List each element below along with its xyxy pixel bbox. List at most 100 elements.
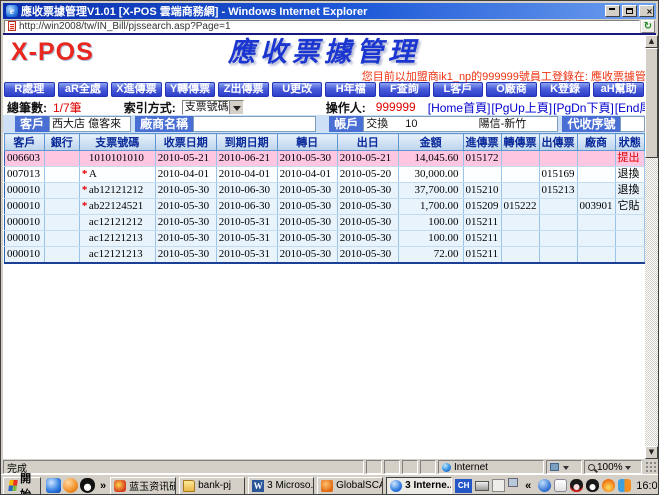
customer-filter-input[interactable]: 西大店 億客來 — [49, 116, 131, 132]
table-cell: 000010 — [5, 215, 45, 231]
folder-icon — [183, 480, 195, 492]
remove-hardware-icon[interactable] — [508, 478, 518, 487]
table-cell: *ab12121212 — [79, 183, 155, 199]
ie-task-icon — [390, 480, 402, 492]
task-button-2[interactable]: W3 Microso... — [248, 477, 314, 495]
table-row[interactable]: 000010*ab221245212010-05-302010-06-30201… — [5, 199, 645, 215]
url-field[interactable]: http://win2008/tw/IN_Bill/pjssearch.asp?… — [4, 20, 640, 33]
table-cell: 2010-05-30 — [337, 215, 398, 231]
notepad-icon[interactable] — [554, 479, 567, 492]
task-label: bank-pj — [198, 480, 231, 491]
help-icon[interactable] — [492, 479, 505, 492]
table-cell: 015211 — [463, 247, 501, 264]
account-filter-input[interactable]: 交換 10 陽信-新竹 — [363, 116, 558, 132]
table-row[interactable]: 00660310101010102010-05-212010-06-212010… — [5, 151, 645, 167]
task-button-3[interactable]: GlobalSCAP... — [317, 477, 383, 495]
vendor-filter-input[interactable] — [193, 116, 316, 132]
ime-indicator[interactable]: CH — [455, 479, 472, 493]
window-title: 應收票據管理V1.01 [X-POS 雲端商務網] - Windows Inte… — [21, 3, 603, 19]
table-cell: 2010-05-30 — [155, 199, 216, 215]
paging-link-0[interactable]: [Home首頁] — [428, 101, 491, 115]
security-zone: Internet — [438, 460, 544, 474]
qq-red-icon[interactable] — [570, 479, 583, 492]
menu-item-5[interactable]: U更改 — [272, 82, 323, 97]
index-mode-label: 索引方式: — [124, 99, 176, 116]
printer-icon[interactable] — [475, 481, 489, 491]
menu-item-8[interactable]: L客戶 — [433, 82, 484, 97]
table-row[interactable]: 000010ac121212132010-05-302010-05-312010… — [5, 231, 645, 247]
table-row[interactable]: 000010ac121212122010-05-302010-05-312010… — [5, 215, 645, 231]
column-header-6: 出日 — [337, 134, 398, 151]
qq-orange-icon[interactable] — [63, 478, 78, 493]
account-bank: 陽信-新竹 — [479, 118, 527, 130]
task-button-1[interactable]: bank-pj — [179, 477, 245, 495]
menu-item-7[interactable]: F查詢 — [379, 82, 430, 97]
maximize-button[interactable] — [622, 5, 637, 17]
table-cell — [577, 247, 615, 264]
resize-grip[interactable] — [644, 460, 656, 474]
table-cell — [501, 231, 539, 247]
table-cell: 000010 — [5, 199, 45, 215]
table-row[interactable]: 000010ac121212132010-05-302010-05-312010… — [5, 247, 645, 264]
start-button[interactable]: 開始 — [3, 477, 41, 495]
table-cell — [501, 247, 539, 264]
close-button[interactable]: × — [639, 5, 654, 17]
qq-black-icon[interactable] — [586, 479, 599, 492]
chevron-down-icon — [563, 466, 569, 473]
table-cell: 1,700.00 — [398, 199, 463, 215]
menu-item-4[interactable]: Z出傳票 — [218, 82, 269, 97]
table-row[interactable]: 007013*A2010-04-012010-04-012010-04-0120… — [5, 167, 645, 183]
table-cell: 015211 — [463, 215, 501, 231]
paging-link-1[interactable]: [PgUp上頁] — [491, 101, 552, 115]
menu-item-3[interactable]: Y轉傳票 — [165, 82, 216, 97]
menu-item-1[interactable]: aR全處 — [58, 82, 109, 97]
menu-item-9[interactable]: O廠商 — [486, 82, 537, 97]
operator-label: 操作人: — [326, 99, 366, 116]
protected-mode-panel[interactable] — [546, 460, 582, 474]
menu-item-0[interactable]: R處理 — [4, 82, 55, 97]
qq-penguin-icon[interactable] — [80, 478, 95, 493]
task-button-4[interactable]: 3 Interne... — [386, 477, 452, 495]
table-cell: 2010-05-30 — [277, 199, 337, 215]
index-mode-select[interactable]: 支票號碼 — [182, 100, 244, 115]
scrollbar-thumb[interactable] — [645, 48, 658, 158]
table-cell: 2010-05-20 — [337, 167, 398, 183]
vertical-scrollbar[interactable]: ▲ ▼ — [645, 35, 658, 459]
scroll-down-icon[interactable]: ▼ — [645, 446, 658, 459]
table-row[interactable]: 000010*ab121212122010-05-302010-06-30201… — [5, 183, 645, 199]
table-cell: 2010-05-30 — [155, 183, 216, 199]
table-cell — [44, 215, 79, 231]
table-cell: 2010-06-21 — [216, 151, 277, 167]
menu-item-10[interactable]: K登錄 — [540, 82, 591, 97]
column-header-5: 轉日 — [277, 134, 337, 151]
tray-collapse-chevron[interactable]: « — [525, 480, 531, 492]
messenger-icon[interactable] — [538, 479, 551, 492]
table-cell: ac12121213 — [79, 231, 155, 247]
menu-item-11[interactable]: aH幫助 — [593, 82, 644, 97]
column-header-7: 金額 — [398, 134, 463, 151]
scroll-up-icon[interactable]: ▲ — [645, 35, 658, 48]
ie-quick-icon[interactable] — [46, 478, 61, 493]
task-button-0[interactable]: 蓝玉资讯研... — [110, 477, 176, 495]
paging-link-3[interactable]: [End尾頁] — [615, 101, 645, 115]
table-cell: 2010-04-01 — [155, 167, 216, 183]
taskbar: 開始 » 蓝玉资讯研... bank-pj W3 Microso...GlobalS… — [1, 474, 658, 495]
chevron-down-icon[interactable] — [229, 101, 243, 114]
table-cell: 2010-05-30 — [337, 231, 398, 247]
zoom-control[interactable]: 100% — [584, 460, 642, 474]
quick-launch-overflow[interactable]: » — [100, 480, 106, 492]
status-segment — [366, 460, 382, 474]
table-cell: 它貼 — [615, 199, 644, 215]
table-cell: 2010-05-30 — [337, 183, 398, 199]
collect-serial-input[interactable] — [620, 116, 645, 132]
flame-icon[interactable] — [602, 479, 615, 492]
clock-tray-icon[interactable] — [618, 479, 631, 492]
menu-item-2[interactable]: X進傳票 — [111, 82, 162, 97]
refresh-button[interactable]: ↻ — [641, 20, 655, 33]
paging-link-2[interactable]: [PgDn下頁] — [553, 101, 614, 115]
table-cell: 2010-05-31 — [216, 231, 277, 247]
column-header-1: 銀行 — [44, 134, 79, 151]
account-number: 10 — [405, 118, 417, 130]
minimize-button[interactable] — [605, 5, 620, 17]
menu-item-6[interactable]: H年檔 — [325, 82, 376, 97]
